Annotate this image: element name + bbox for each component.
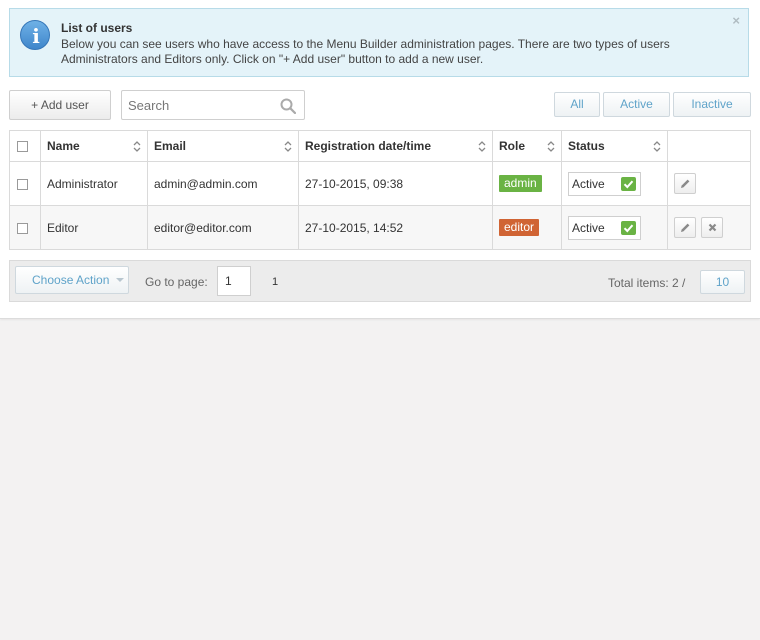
- info-title: List of users: [61, 21, 133, 35]
- column-header-registration[interactable]: Registration date/time: [298, 130, 493, 162]
- column-label: Role: [499, 139, 526, 153]
- checkmark-icon: [621, 176, 636, 191]
- status-toggle[interactable]: Active: [568, 215, 641, 240]
- table-row: Editor editor@editor.com 27-10-2015, 14:…: [9, 205, 751, 250]
- sort-icon[interactable]: [133, 141, 141, 152]
- chevron-down-icon: [116, 278, 124, 282]
- user-name: Administrator: [40, 161, 148, 206]
- search-input[interactable]: [122, 91, 272, 119]
- filter-active-button[interactable]: Active: [603, 92, 670, 117]
- users-table: Name Email Registration date/time Role S…: [9, 130, 751, 250]
- page-count: 1: [272, 276, 279, 288]
- delete-button[interactable]: [701, 217, 724, 238]
- status-cell: Active: [561, 161, 668, 206]
- add-user-button[interactable]: + Add user: [9, 90, 111, 120]
- column-header-email[interactable]: Email: [147, 130, 299, 162]
- role-cell: admin: [492, 161, 562, 206]
- column-header-status[interactable]: Status: [561, 130, 668, 162]
- role-cell: editor: [492, 205, 562, 250]
- column-label: Registration date/time: [305, 139, 432, 153]
- sort-icon[interactable]: [284, 141, 292, 152]
- pencil-icon: [681, 179, 690, 188]
- column-header-role[interactable]: Role: [492, 130, 562, 162]
- role-badge: editor: [499, 219, 540, 236]
- pencil-icon: [681, 223, 690, 232]
- actions-cell: [667, 205, 751, 250]
- row-checkbox[interactable]: [17, 222, 28, 234]
- column-label: Status: [568, 139, 605, 153]
- checkmark-icon: [621, 220, 636, 235]
- search-icon[interactable]: [280, 98, 296, 114]
- info-box: i List of users Below you can see users …: [9, 8, 749, 77]
- row-select-cell: [9, 161, 41, 206]
- status-toggle[interactable]: Active: [568, 171, 641, 196]
- column-label: Email: [154, 139, 187, 153]
- table-row: Administrator admin@admin.com 27-10-2015…: [9, 161, 751, 206]
- select-all-checkbox[interactable]: [17, 141, 28, 153]
- edit-button[interactable]: [674, 173, 696, 194]
- sort-icon[interactable]: [478, 141, 486, 152]
- sort-icon[interactable]: [547, 141, 555, 152]
- row-select-cell: [9, 205, 41, 250]
- table-footer: Choose Action Go to page: 1 Total items:…: [9, 260, 751, 302]
- items-per-page-button[interactable]: 10: [700, 270, 745, 294]
- column-header-name[interactable]: Name: [40, 130, 148, 162]
- filter-all-button[interactable]: All: [554, 92, 600, 117]
- search-box: [121, 90, 305, 120]
- goto-page-input[interactable]: [217, 266, 251, 296]
- users-panel: i List of users Below you can see users …: [0, 0, 760, 319]
- delete-icon: [709, 223, 717, 232]
- status-cell: Active: [561, 205, 668, 250]
- close-icon[interactable]: ×: [732, 13, 740, 28]
- actions-cell: [667, 161, 751, 206]
- status-text: Active: [572, 176, 605, 191]
- user-registered: 27-10-2015, 14:52: [298, 205, 493, 250]
- sort-icon[interactable]: [653, 141, 661, 152]
- filter-inactive-button[interactable]: Inactive: [673, 92, 751, 117]
- choose-action-dropdown[interactable]: Choose Action: [15, 266, 129, 294]
- info-icon: i: [20, 20, 50, 50]
- edit-button[interactable]: [674, 217, 696, 238]
- user-email: admin@admin.com: [147, 161, 299, 206]
- user-registered: 27-10-2015, 09:38: [298, 161, 493, 206]
- total-items: Total items: 2 /: [608, 276, 686, 290]
- user-name: Editor: [40, 205, 148, 250]
- status-text: Active: [572, 220, 605, 235]
- row-checkbox[interactable]: [17, 178, 28, 190]
- role-badge: admin: [499, 175, 542, 192]
- column-header-actions: [667, 130, 751, 162]
- table-header-row: Name Email Registration date/time Role S…: [9, 130, 751, 162]
- column-label: Name: [47, 139, 80, 153]
- select-all-cell: [9, 130, 41, 162]
- goto-page-label: Go to page:: [145, 275, 208, 289]
- choose-action-label: Choose Action: [32, 273, 110, 287]
- info-text: Below you can see users who have access …: [61, 37, 670, 66]
- user-email: editor@editor.com: [147, 205, 299, 250]
